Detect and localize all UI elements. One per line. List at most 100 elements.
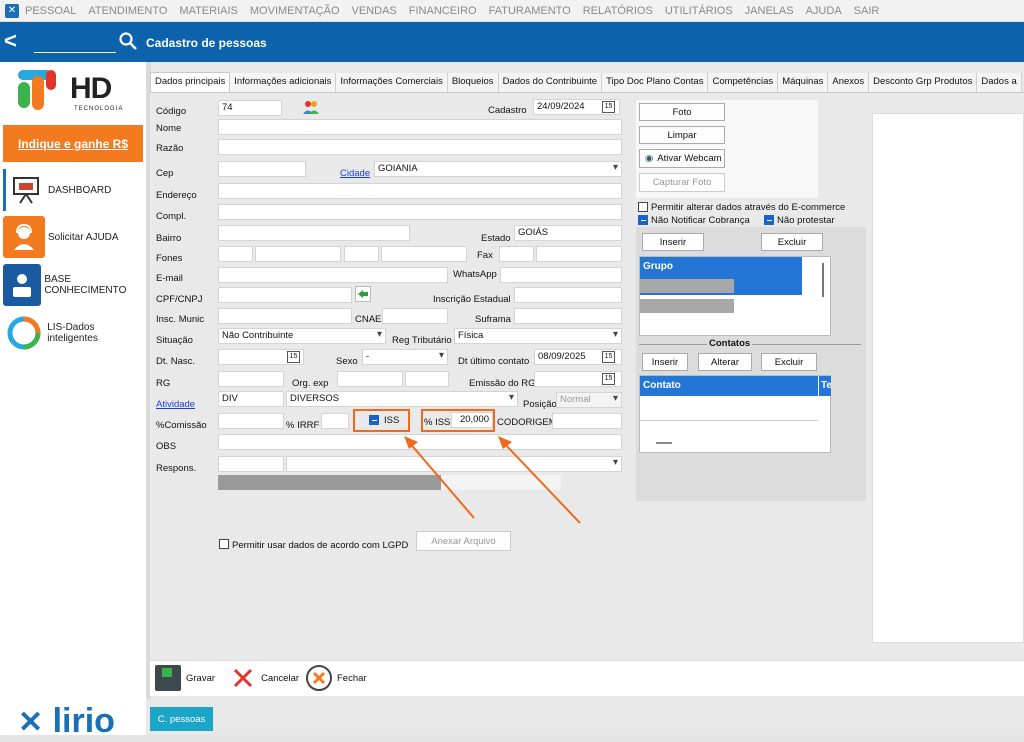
tab-maquinas[interactable]: Máquinas	[778, 73, 829, 92]
cnae-field[interactable]	[382, 308, 448, 324]
sidebar-item-lis[interactable]: LIS-Dados inteligentes	[3, 310, 146, 356]
calendar-icon[interactable]: 15	[287, 351, 300, 363]
grupo-excluir-button[interactable]: Excluir	[761, 233, 823, 251]
cancel-x-icon[interactable]	[232, 667, 254, 689]
back-arrow-icon[interactable]: <	[4, 30, 17, 52]
situacao-select[interactable]: Não Contribuinte	[218, 328, 386, 344]
fone1-ddd[interactable]	[218, 246, 253, 262]
contatos-alterar-button[interactable]: Alterar	[698, 353, 752, 371]
sidebar-item-base-conhecimento[interactable]: BASE CONHECIMENTO	[3, 262, 146, 308]
comissao-field[interactable]	[218, 413, 284, 429]
pct-iss-field[interactable]: 20,000	[451, 412, 493, 428]
anexar-arquivo-button[interactable]: Anexar Arquivo	[416, 531, 511, 551]
capturar-foto-button[interactable]: Capturar Foto	[639, 173, 725, 192]
tab-dados-contribuinte[interactable]: Dados do Contribuinte	[498, 73, 603, 92]
list-item[interactable]	[640, 297, 802, 315]
nao-notificar-checkbox[interactable]	[638, 215, 648, 225]
codorigem-field[interactable]	[552, 413, 622, 429]
sidebar-item-ajuda[interactable]: Solicitar AJUDA	[3, 214, 146, 260]
compl-field[interactable]	[218, 204, 622, 220]
menu-financeiro[interactable]: FINANCEIRO	[409, 5, 477, 17]
search-underline[interactable]	[34, 52, 116, 53]
nome-field[interactable]	[218, 119, 622, 135]
scrollbar-thumb[interactable]	[656, 442, 672, 444]
rg-field[interactable]	[218, 371, 284, 387]
scrollbar-thumb[interactable]	[822, 263, 824, 297]
bairro-field[interactable]	[218, 225, 410, 241]
sexo-select[interactable]: -	[362, 349, 448, 365]
limpar-button[interactable]: Limpar	[639, 126, 725, 144]
save-disk-icon[interactable]	[155, 665, 181, 691]
menu-relatorios[interactable]: RELATÓRIOS	[583, 5, 653, 17]
orgexp-field[interactable]	[337, 371, 403, 387]
fax-field[interactable]	[536, 246, 622, 262]
calendar-icon[interactable]: 15	[602, 373, 615, 385]
razao-field[interactable]	[218, 139, 622, 155]
fone2-field[interactable]	[381, 246, 467, 262]
fone2-ddd[interactable]	[344, 246, 379, 262]
menu-ajuda[interactable]: AJUDA	[806, 5, 842, 17]
tab-tipo-doc-plano-contas[interactable]: Tipo Doc Plano Contas	[602, 73, 709, 92]
menu-atendimento[interactable]: ATENDIMENTO	[88, 5, 167, 17]
irrf-field[interactable]	[321, 413, 349, 429]
fone1-field[interactable]	[255, 246, 341, 262]
fechar-button[interactable]: Fechar	[337, 673, 367, 684]
lookup-arrow-icon[interactable]	[355, 286, 371, 302]
calendar-icon[interactable]: 15	[602, 351, 615, 363]
window-tab-c-pessoas[interactable]: C. pessoas	[150, 707, 213, 731]
grupo-list[interactable]: Grupo	[639, 256, 831, 336]
endereco-field[interactable]	[218, 183, 622, 199]
tab-informacoes-comerciais[interactable]: Informações Comerciais	[336, 73, 448, 92]
calendar-icon[interactable]: 15	[602, 101, 615, 113]
tab-dados-principais[interactable]: Dados principais	[150, 72, 231, 92]
menu-sair[interactable]: SAIR	[854, 5, 880, 17]
ecommerce-checkbox[interactable]	[638, 202, 648, 212]
menu-janelas[interactable]: JANELAS	[745, 5, 794, 17]
respons-code-field[interactable]	[218, 456, 284, 472]
cep-field[interactable]	[218, 161, 306, 177]
tab-competencias[interactable]: Competências	[708, 73, 779, 92]
webcam-button[interactable]: ◉ Ativar Webcam	[639, 149, 725, 168]
menu-movimentacao[interactable]: MOVIMENTAÇÃO	[250, 5, 340, 17]
orgexp-uf-field[interactable]	[405, 371, 449, 387]
iss-checkbox[interactable]	[369, 415, 379, 425]
search-icon[interactable]	[118, 31, 138, 51]
suframa-field[interactable]	[514, 308, 622, 324]
tab-anexos[interactable]: Anexos	[828, 73, 870, 92]
posicao-select[interactable]: Normal	[556, 392, 622, 408]
tab-desconto-grp-produtos[interactable]: Desconto Grp Produtos	[869, 73, 978, 92]
tab-dados-a[interactable]: Dados a	[977, 73, 1022, 92]
menu-utilitarios[interactable]: UTILITÁRIOS	[665, 5, 733, 17]
nao-protestar-checkbox[interactable]	[764, 215, 774, 225]
atividade-code-field[interactable]: DIV	[218, 391, 284, 407]
sidebar-item-dashboard[interactable]: DASHBOARD	[3, 167, 146, 213]
contatos-table[interactable]: Contato Te	[639, 375, 831, 453]
whatsapp-field[interactable]	[500, 267, 622, 283]
foto-button[interactable]: Foto	[639, 103, 725, 121]
estado-field[interactable]: GOIÁS	[514, 225, 622, 241]
ie-field[interactable]	[514, 287, 622, 303]
regtrib-select[interactable]: Física	[454, 328, 622, 344]
contatos-excluir-button[interactable]: Excluir	[761, 353, 817, 371]
promo-button[interactable]: Indique e ganhe R$	[3, 125, 143, 162]
email-field[interactable]	[218, 267, 448, 283]
atividade-link[interactable]: Atividade	[156, 399, 195, 410]
menu-faturamento[interactable]: FATURAMENTO	[489, 5, 571, 17]
cancelar-button[interactable]: Cancelar	[261, 673, 299, 684]
im-field[interactable]	[218, 308, 352, 324]
gravar-button[interactable]: Gravar	[186, 673, 215, 684]
lgpd-checkbox[interactable]	[219, 539, 229, 549]
cidade-link[interactable]: Cidade	[340, 168, 370, 179]
list-item[interactable]	[640, 277, 802, 295]
grupo-inserir-button[interactable]: Inserir	[642, 233, 704, 251]
people-icon[interactable]	[302, 99, 320, 115]
codigo-field[interactable]: 74	[218, 100, 282, 116]
atividade-select[interactable]: DIVERSOS	[286, 391, 518, 407]
close-circle-icon[interactable]	[305, 664, 333, 692]
tab-informacoes-adicionais[interactable]: Informações adicionais	[230, 73, 337, 92]
menu-materiais[interactable]: MATERIAIS	[179, 5, 237, 17]
tab-bloqueios[interactable]: Bloqueios	[447, 73, 499, 92]
menu-pessoal[interactable]: PESSOAL	[25, 5, 76, 17]
cpf-field[interactable]	[218, 287, 352, 303]
menu-vendas[interactable]: VENDAS	[352, 5, 397, 17]
